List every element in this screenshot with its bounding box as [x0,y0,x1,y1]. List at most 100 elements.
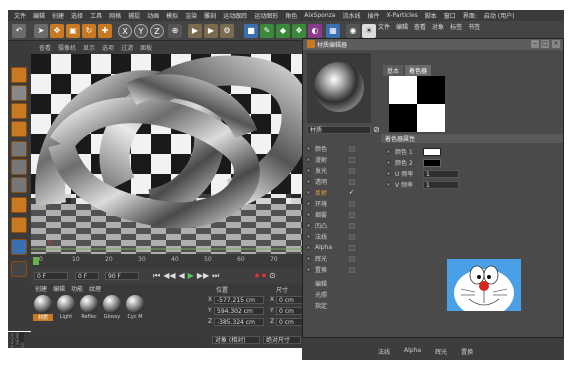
position-field[interactable]: -577.215 cm [214,295,264,304]
spline-pen-icon[interactable]: ✎ [260,24,274,38]
menu-item[interactable]: 模拟 [166,11,178,20]
channel-row[interactable]: 辉光 [303,253,379,264]
menu-item[interactable]: 雕刻 [204,11,216,20]
polygons-mode-icon[interactable] [11,177,27,193]
color-2-swatch[interactable] [423,158,441,167]
channel-row[interactable]: 颜色 [303,143,379,154]
record-icon[interactable]: ⏺ [255,271,259,281]
editor-menu-item[interactable]: 文件 [378,22,390,31]
menu-item[interactable]: 窗口 [444,11,456,20]
maximize-icon[interactable]: □ [541,40,549,48]
scale-icon[interactable]: ▣ [66,24,80,38]
y-axis-icon[interactable]: Y [134,24,148,38]
channel-checkbox[interactable] [349,233,355,240]
menu-item[interactable]: 脚本 [425,11,437,20]
workplane-icon[interactable] [11,121,27,137]
subdivision-icon[interactable]: ◆ [276,24,290,38]
editor-menu-item[interactable]: 对象 [432,22,444,31]
material-manager-menu-item[interactable]: 纹理 [89,284,101,293]
cube-icon[interactable]: ■ [244,24,258,38]
attribute-channel-label[interactable]: 法线 [378,347,390,356]
menu-item[interactable]: X-Particles [387,12,418,19]
deformer-icon[interactable]: ◐ [308,24,322,38]
snapping-icon[interactable] [11,239,27,255]
size-field[interactable]: 0 cm [276,317,304,326]
viewport-menu-item[interactable]: 显示 [83,43,95,52]
menu-item[interactable]: 选择 [71,11,83,20]
menu-item[interactable]: 渲染 [185,11,197,20]
material-swatch[interactable]: 材质 [33,295,53,321]
layer-icon[interactable] [11,261,27,277]
auto-key-icon[interactable]: ⏺ [262,271,266,281]
attribute-channel-label[interactable]: Alpha [404,347,421,356]
minimize-icon[interactable]: – [531,40,539,48]
make-editable-icon[interactable] [11,67,27,83]
menu-item[interactable]: 动画 [147,11,159,20]
menu-item[interactable]: 插件 [367,11,379,20]
channel-extra-item[interactable]: 指定 [315,301,327,312]
menu-item[interactable]: 流水线 [342,11,360,20]
select-icon[interactable]: ➤ [34,24,48,38]
channel-row[interactable]: 反射 ✓ [303,187,379,198]
menu-item[interactable]: 网格 [109,11,121,20]
channel-row[interactable]: 烟雾 [303,209,379,220]
edges-mode-icon[interactable] [11,159,27,175]
editor-menu-item[interactable]: 书签 [468,22,480,31]
undo-icon[interactable]: ↶ [12,24,26,38]
keyframe-selection-icon[interactable]: ⊙ [269,271,276,281]
editor-menu-item[interactable]: 查看 [414,22,426,31]
channel-checkbox[interactable] [349,255,355,262]
move-icon[interactable]: ✥ [50,24,64,38]
enable-axis-icon[interactable] [11,197,27,213]
size-field[interactable]: 0 cm [276,295,304,304]
render-picture-viewer-icon[interactable]: ▶ [204,24,218,38]
menu-item[interactable]: 运动跟踪 [223,11,247,20]
channel-row[interactable]: 透明 [303,176,379,187]
end-frame-field[interactable]: 90 F [105,272,139,280]
link-icon[interactable]: ⊘ [373,125,380,134]
coordinate-mode-select[interactable]: 对象 (相对) [212,336,260,344]
channel-row[interactable]: 法线 [303,231,379,242]
material-name-field[interactable]: 材质 [307,126,371,134]
close-icon[interactable]: × [552,40,560,48]
position-field[interactable]: 594.302 cm [214,306,264,315]
texture-mode-icon[interactable] [11,103,27,119]
frequency-field[interactable]: 1 [423,169,459,178]
material-swatch[interactable]: Reflec [79,295,99,321]
channel-checkbox[interactable] [349,222,355,229]
model-mode-icon[interactable] [11,85,27,101]
menu-item[interactable]: 工具 [90,11,102,20]
tweak-icon[interactable] [11,217,27,233]
coordinate-system-icon[interactable]: ⊕ [168,24,182,38]
material-swatch[interactable]: Glossy [102,295,122,321]
color-1-swatch[interactable] [423,147,441,156]
menu-item[interactable]: AixSponza [304,12,335,19]
channel-checkbox[interactable] [349,156,355,163]
menu-item[interactable]: 创建 [52,11,64,20]
channel-checkbox[interactable] [349,200,355,207]
recent-tool-icon[interactable]: ✚ [98,24,112,38]
material-editor-titlebar[interactable]: 材质编辑器 [303,39,563,50]
render-settings-icon[interactable]: ⚙ [220,24,234,38]
channel-checkbox[interactable] [349,244,355,251]
material-preview[interactable] [307,53,371,123]
size-mode-select[interactable]: 绝对尺寸 [263,336,301,344]
menu-item[interactable]: 角色 [285,11,297,20]
first-frame-icon[interactable]: ⏮ [153,271,160,281]
play-icon[interactable]: ▶ [188,271,194,281]
channel-extra-item[interactable]: 编辑 [315,279,327,290]
viewport-menu-item[interactable]: 查看 [39,43,51,52]
render-view-icon[interactable]: ▶ [188,24,202,38]
editor-menu-item[interactable]: 标签 [450,22,462,31]
points-mode-icon[interactable] [11,141,27,157]
tab-basic[interactable]: 基本 [383,65,404,76]
channel-row[interactable]: 环境 [303,198,379,209]
array-icon[interactable]: ❖ [292,24,306,38]
rotate-icon[interactable]: ↻ [82,24,96,38]
viewport-menu-item[interactable]: 摄像机 [58,43,76,52]
floor-icon[interactable]: ▦ [326,24,340,38]
channel-checkbox[interactable] [349,266,355,273]
viewport-menu-item[interactable]: 过滤 [121,43,133,52]
viewport[interactable]: ↑ [31,54,306,254]
last-frame-icon[interactable]: ⏭ [212,271,219,281]
